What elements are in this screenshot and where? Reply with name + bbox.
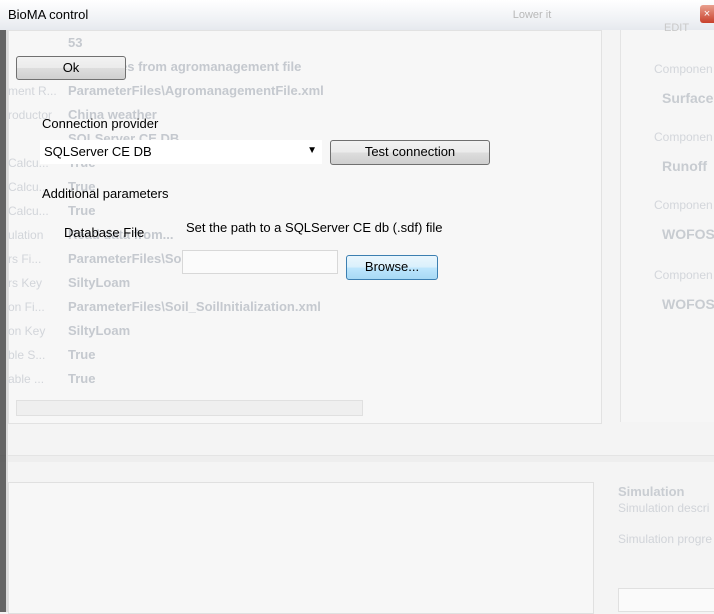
background-component-label: Componen <box>654 268 713 282</box>
browse-button[interactable]: Browse... <box>346 255 438 280</box>
background-property-value: SiltyLoam <box>68 323 131 338</box>
title-bar[interactable]: BioMA control Lower it EDIT × <box>0 0 714 34</box>
additional-parameters-label: Additional parameters <box>42 186 169 201</box>
background-component-value: Runoff <box>662 158 708 174</box>
test-connection-button[interactable]: Test connection <box>330 140 490 165</box>
path-hint-text: Set the path to a SQLServer CE db (.sdf)… <box>186 220 443 235</box>
database-file-label: Database File <box>64 225 145 240</box>
background-property-row: 53 <box>8 32 600 56</box>
background-property-key: ble S... <box>8 348 46 362</box>
background-property-row: ment R... ParameterFiles\AgromanagementFi… <box>8 80 600 104</box>
background-property-row: rs Key SiltyLoam <box>8 272 600 296</box>
background-horizontal-scrollbar <box>16 400 363 416</box>
background-property-key: on Fi... <box>8 300 45 314</box>
window-title: BioMA control <box>8 7 89 22</box>
background-simulation-title: Simulation <box>618 484 685 499</box>
background-simulation-description: Simulation descri <box>618 501 710 515</box>
background-property-key: Calcu... <box>8 204 49 218</box>
chevron-down-icon[interactable]: ▼ <box>307 145 317 156</box>
background-component-label: Componen <box>654 62 713 76</box>
background-property-value: 53 <box>68 35 83 50</box>
background-property-value: ParameterFiles\AgromanagementFile.xml <box>68 83 324 98</box>
background-property-grid: 53 Read rules from agromanagement file men… <box>8 32 600 392</box>
background-property-row: able ... True <box>8 368 600 392</box>
background-property-value: SiltyLoam <box>68 275 131 290</box>
connection-provider-select[interactable]: SQLServer CE DB ▼ <box>40 140 322 164</box>
background-component-label: Componen <box>654 130 713 144</box>
background-property-key: ulation <box>8 228 44 242</box>
window-left-edge-inner <box>6 30 8 612</box>
background-property-row: ble S... True <box>8 344 600 368</box>
background-property-value: True <box>68 371 96 386</box>
background-tab-label: Lower it <box>512 9 552 21</box>
background-log-box <box>8 482 594 614</box>
background-property-row: on Fi... ParameterFiles\Soil_SoilInitiali… <box>8 296 600 320</box>
connection-provider-label: Connection provider <box>42 116 159 131</box>
background-component-value: Surface <box>662 90 714 106</box>
background-property-row: on Key SiltyLoam <box>8 320 600 344</box>
background-simulation-box <box>618 588 714 612</box>
background-property-value: ParameterFiles\Soil_SoilInitialization.x… <box>68 299 321 314</box>
background-property-value: True <box>68 203 96 218</box>
background-component-label: Componen <box>654 198 713 212</box>
background-divider <box>0 455 714 462</box>
background-component-value: WOFOS <box>662 296 714 312</box>
close-icon[interactable]: × <box>700 5 714 23</box>
background-property-key: rs Fi... <box>8 252 42 266</box>
background-property-key: on Key <box>8 324 46 338</box>
background-simulation-progress: Simulation progre <box>618 532 713 546</box>
connection-provider-value: SQLServer CE DB <box>44 144 152 159</box>
background-property-key: able ... <box>8 372 45 386</box>
ok-button[interactable]: Ok <box>16 56 126 80</box>
database-path-input[interactable] <box>182 250 338 274</box>
background-edit-label: EDIT <box>664 22 690 34</box>
background-property-key: ment R... <box>8 84 57 98</box>
background-property-value: True <box>68 347 96 362</box>
background-property-key: rs Key <box>8 276 43 290</box>
background-component-value: WOFOS <box>662 226 714 242</box>
